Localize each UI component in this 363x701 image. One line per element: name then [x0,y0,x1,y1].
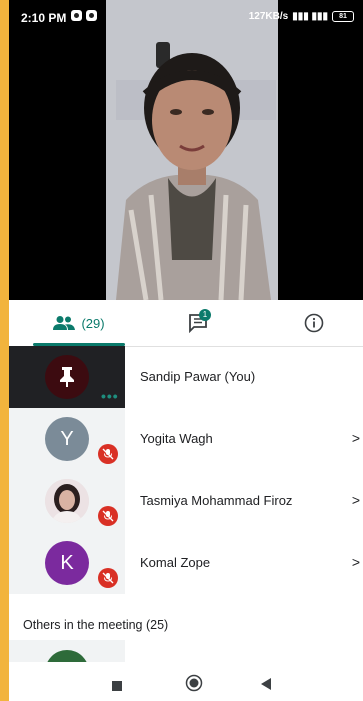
home-circle-icon [185,674,203,692]
chat-badge: 1 [199,309,211,321]
avatar [45,650,89,662]
notification-icon [71,10,82,21]
others-section-header: Others in the meeting (25) [23,618,169,632]
mic-off-icon [98,568,118,588]
people-count: (29) [81,315,105,331]
tab-chat[interactable]: 1 [169,300,229,346]
mic-off-icon [98,506,118,526]
avatar [45,355,89,399]
info-icon [304,313,324,333]
video-area[interactable]: 2:10 PM 127KB/s ▮▮▮ ▮▮▮ 81 [9,0,363,300]
participant-row[interactable]: Y Yogita Wagh > [9,408,363,470]
participant-name: Komal Zope [140,555,211,570]
avatar-photo [45,479,89,523]
participant-name: Tasmiya Mohammad Firoz [140,493,293,508]
tab-info[interactable] [289,300,339,346]
video-frame-image [106,0,278,300]
status-bar: 2:10 PM 127KB/s ▮▮▮ ▮▮▮ 81 [9,0,363,30]
tab-people[interactable]: (29) [29,300,129,346]
network-speed: 127KB/s [248,11,289,22]
back-button[interactable] [261,677,271,695]
status-time: 2:10 PM [21,11,67,25]
chevron-right-icon[interactable]: > [352,554,360,570]
status-notification-icons [71,10,97,21]
tab-bar: (29) 1 [9,300,363,347]
participant-name: Sandip Pawar (You) [140,369,256,384]
people-icon [53,316,76,330]
home-button[interactable] [185,674,203,697]
participant-row[interactable]: K Komal Zope > [9,532,363,594]
avatar-letter: K [60,551,74,574]
back-triangle-icon [261,678,271,690]
avatar-letter: Y [60,427,74,450]
location-icon [86,10,97,21]
phone-screen: 2:10 PM 127KB/s ▮▮▮ ▮▮▮ 81 (29) 1 ••• Sa… [9,0,363,701]
pin-icon [60,367,74,387]
participant-list: ••• Sandip Pawar (You) Y Yogita Wagh > T… [9,346,363,594]
participant-row-partial[interactable] [9,640,125,662]
participant-name: Yogita Wagh [140,431,213,446]
more-options-icon[interactable]: ••• [101,388,119,404]
chevron-right-icon[interactable]: > [352,430,360,446]
avatar: Y [45,417,89,461]
recents-button[interactable] [112,678,122,696]
avatar: K [45,541,89,585]
chevron-right-icon[interactable]: > [352,492,360,508]
android-nav-bar [9,662,363,701]
square-icon [112,681,122,691]
participant-row[interactable]: ••• Sandip Pawar (You) [9,346,363,408]
participant-row[interactable]: Tasmiya Mohammad Firoz > [9,470,363,532]
battery-icon: 81 [332,11,354,22]
mic-off-icon [98,444,118,464]
participant-video [106,0,278,300]
status-right: 127KB/s ▮▮▮ ▮▮▮ 81 [249,11,354,22]
signal-icon: ▮▮▮ ▮▮▮ [292,11,328,22]
